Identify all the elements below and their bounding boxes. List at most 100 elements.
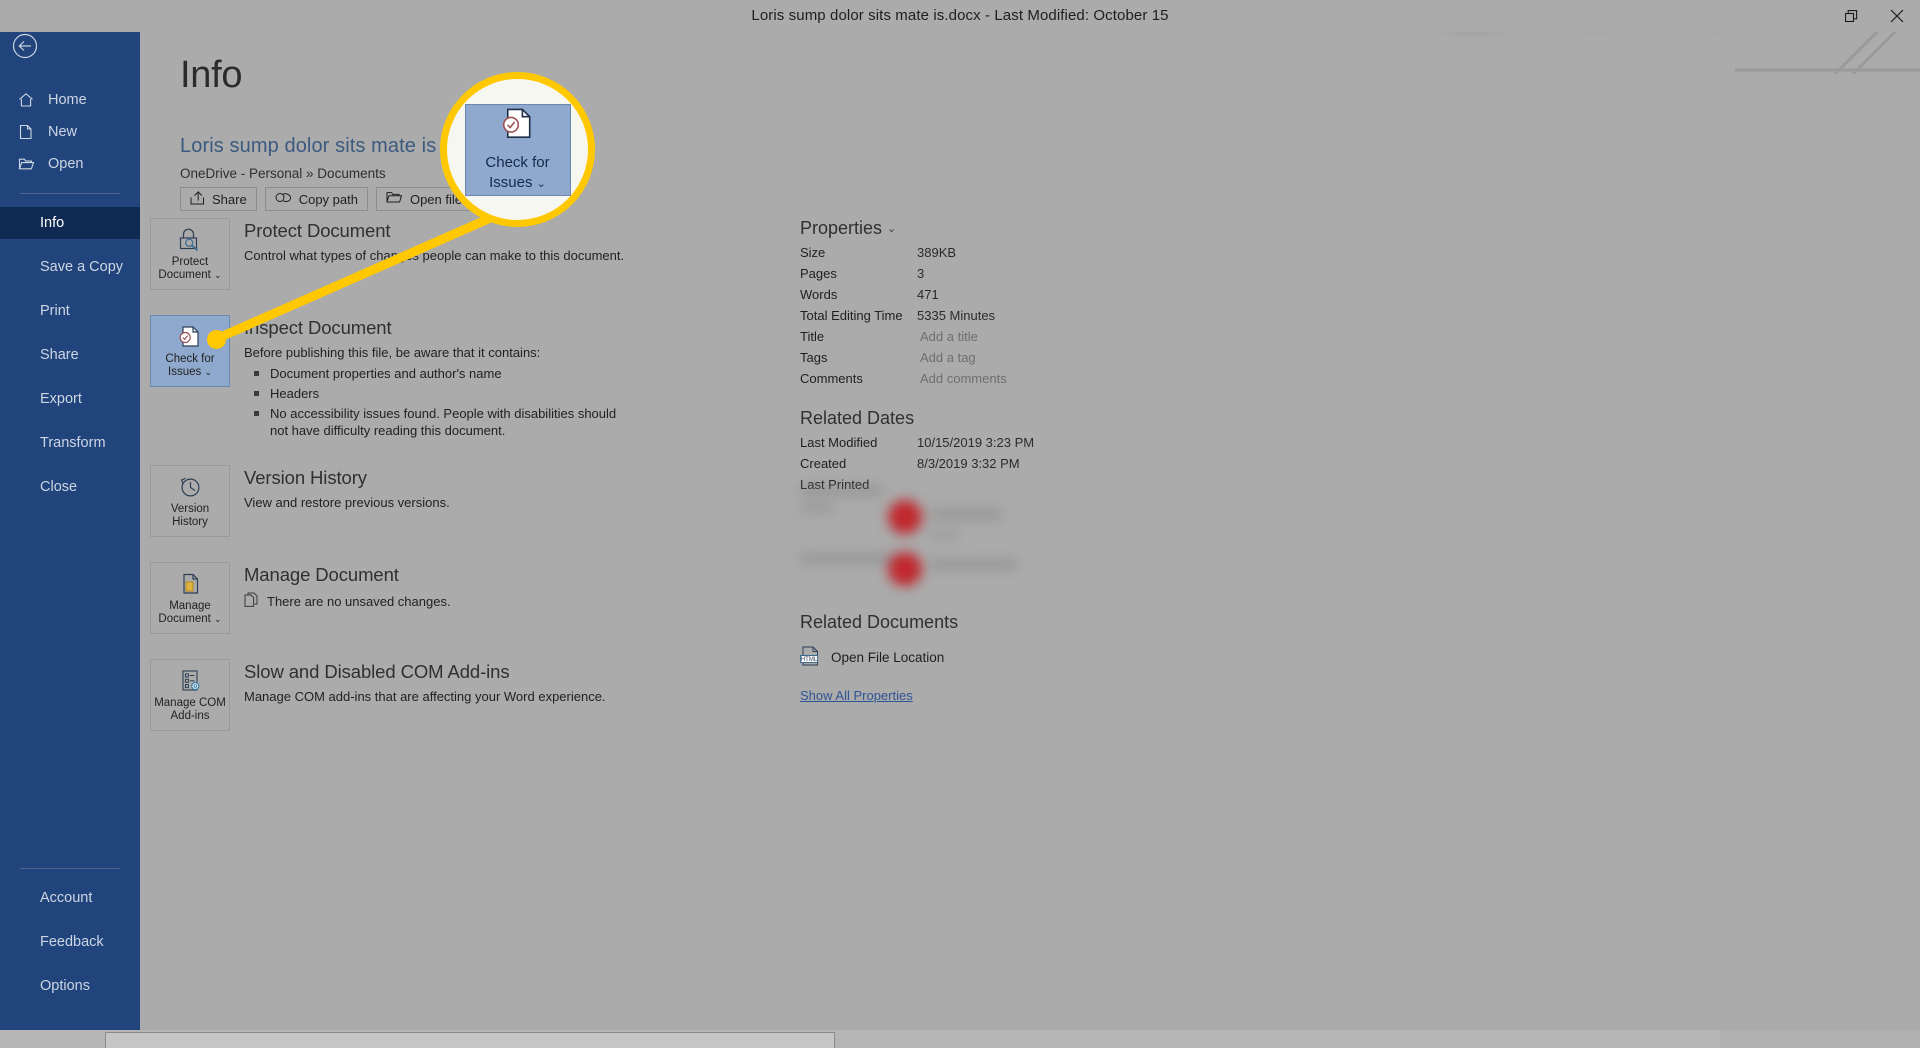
home-icon: [18, 91, 40, 109]
sidebar-item-label: Export: [40, 391, 82, 407]
check-for-issues-tile-label: Check for Issues ⌄: [165, 353, 214, 379]
date-row-last-modified: Last Modified 10/15/2019 3:23 PM: [800, 435, 1260, 450]
section-description: Manage COM add-ins that are affecting yo…: [244, 689, 606, 704]
chevron-down-icon: ⌄: [536, 178, 546, 190]
chevron-down-icon: ⌄: [204, 366, 212, 377]
section-com-addins: Manage COM Add-ins Slow and Disabled COM…: [140, 659, 840, 731]
sidebar-item-new[interactable]: New: [0, 116, 140, 148]
section-body: Version History View and restore previou…: [244, 465, 450, 537]
sidebar-item-home[interactable]: Home: [0, 84, 140, 116]
copy-path-button[interactable]: Copy path: [264, 187, 368, 211]
sidebar-item-open[interactable]: Open: [0, 148, 140, 180]
svg-text:HTML: HTML: [801, 657, 818, 663]
copy-path-button-label: Copy path: [298, 191, 358, 207]
sidebar-item-account[interactable]: Account: [0, 882, 140, 914]
sidebar-divider-bottom: [20, 868, 120, 869]
unsaved-changes-text: There are no unsaved changes.: [267, 594, 451, 609]
new-document-icon: [18, 123, 40, 141]
inspect-findings-list: Document properties and author's name He…: [244, 365, 634, 439]
document-check-icon: [499, 105, 537, 148]
section-heading: Inspect Document: [244, 317, 392, 338]
tags-field[interactable]: Add a tag: [917, 350, 979, 365]
sidebar-item-export[interactable]: Export: [0, 383, 140, 415]
date-key: Created: [800, 456, 847, 471]
sidebar-item-label: Feedback: [40, 934, 104, 950]
sidebar-item-save-a-copy[interactable]: Save a Copy: [0, 251, 140, 283]
property-row-comments[interactable]: Comments Add comments: [800, 371, 1260, 386]
document-check-icon: [177, 324, 203, 350]
sidebar-item-print[interactable]: Print: [0, 295, 140, 327]
callout-tile-line2: Issues: [489, 174, 533, 191]
section-heading: Slow and Disabled COM Add-ins: [244, 661, 510, 682]
manage-document-tile[interactable]: Manage Document ⌄: [150, 562, 230, 634]
open-file-location-link[interactable]: HTML Open File Location: [800, 645, 1200, 670]
property-value: 3: [917, 266, 925, 281]
tile-line2: Add-ins: [170, 709, 210, 722]
property-key: Total Editing Time: [800, 308, 903, 323]
property-row-tags[interactable]: Tags Add a tag: [800, 350, 1260, 365]
property-row-words: Words 471: [800, 287, 1260, 302]
section-heading: Version History: [244, 467, 367, 488]
document-title: Loris sump dolor sits mate is: [180, 135, 437, 157]
section-body: Inspect Document Before publishing this …: [244, 315, 634, 439]
window-controls: [1828, 0, 1920, 32]
property-key: Comments: [800, 371, 863, 386]
com-addins-icon: [177, 668, 203, 694]
title-field[interactable]: Add a title: [917, 329, 981, 344]
open-file-location-link-label: Open File Location: [831, 650, 945, 665]
section-description: View and restore previous versions.: [244, 495, 450, 510]
sidebar-item-info[interactable]: Info: [0, 207, 140, 239]
property-value: 389KB: [917, 245, 957, 260]
close-button[interactable]: [1874, 0, 1920, 32]
sidebar-item-label: Print: [40, 303, 70, 319]
sidebar-item-close[interactable]: Close: [0, 471, 140, 503]
section-body: Manage Document There are no unsaved cha…: [244, 562, 451, 634]
manage-com-addins-tile[interactable]: Manage COM Add-ins: [150, 659, 230, 731]
section-body: Protect Document Control what types of c…: [244, 218, 624, 290]
share-button[interactable]: Share: [180, 187, 257, 211]
section-heading: Protect Document: [244, 220, 391, 241]
word-backstage-info-screen: Loris sump dolor sits mate is.docx - Las…: [0, 0, 1920, 1048]
sidebar-item-label: Home: [48, 92, 87, 108]
version-history-tile[interactable]: Version History: [150, 465, 230, 537]
back-button[interactable]: [12, 33, 38, 59]
comments-field[interactable]: Add comments: [917, 371, 1010, 386]
properties-pane: Properties ⌄ Size 389KB Pages 3 Words 47…: [800, 218, 1260, 492]
tile-line2: History: [172, 515, 208, 528]
section-manage-document: Manage Document ⌄ Manage Document There …: [140, 562, 840, 634]
sidebar-item-options[interactable]: Options: [0, 970, 140, 1002]
list-item: Headers: [244, 385, 634, 402]
backstage-sidebar: Home New Open Info Save a Copy Print Sha…: [0, 0, 140, 1030]
sidebar-item-share[interactable]: Share: [0, 339, 140, 371]
section-version-history: Version History Version History View and…: [140, 465, 840, 537]
date-value: 8/3/2019 3:32 PM: [917, 456, 1020, 471]
properties-heading[interactable]: Properties ⌄: [800, 218, 1260, 239]
sidebar-item-label: Open: [48, 156, 84, 172]
callout-anchor-dot: [207, 330, 226, 349]
sidebar-item-label: New: [48, 124, 78, 140]
sidebar-bottom-list: Account Feedback Options: [0, 855, 140, 1002]
properties-heading-label: Properties: [800, 218, 883, 238]
sidebar-item-feedback[interactable]: Feedback: [0, 926, 140, 958]
version-history-tile-label: Version History: [171, 503, 209, 529]
manage-document-icon: [177, 571, 203, 597]
sidebar-primary-list: Home New Open Info Save a Copy Print Sha…: [0, 84, 140, 503]
bottom-chrome: [0, 1030, 1920, 1048]
sidebar-item-label: Options: [40, 978, 90, 994]
show-all-properties-link[interactable]: Show All Properties: [800, 688, 913, 703]
restore-button[interactable]: [1828, 0, 1874, 32]
title-bar: Loris sump dolor sits mate is.docx - Las…: [0, 0, 1920, 32]
protect-document-tile[interactable]: Protect Document ⌄: [150, 218, 230, 290]
sidebar-item-transform[interactable]: Transform: [0, 427, 140, 459]
unsaved-changes-row: There are no unsaved changes.: [244, 592, 451, 611]
sidebar-item-label: Share: [40, 347, 79, 363]
property-row-title[interactable]: Title Add a title: [800, 329, 1260, 344]
callout-check-for-issues-tile: Check for Issues ⌄: [464, 103, 571, 196]
tile-line1: Protect: [171, 255, 209, 268]
check-for-issues-tile[interactable]: Check for Issues ⌄: [150, 315, 230, 387]
sidebar-item-label: Save a Copy: [40, 259, 124, 275]
